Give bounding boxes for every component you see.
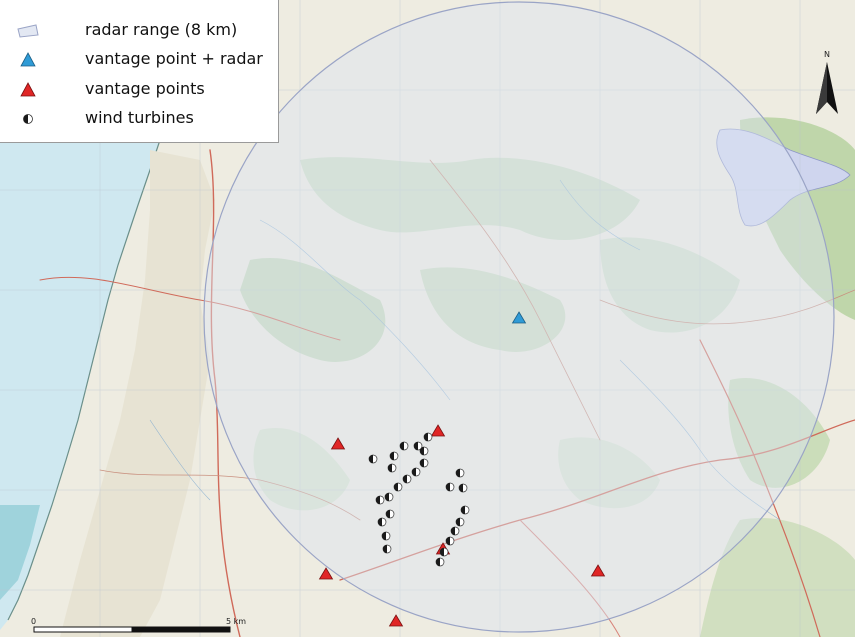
half-circle-icon [23, 114, 33, 124]
wind-turbine-marker[interactable] [435, 557, 445, 567]
wind-turbine-marker[interactable] [460, 505, 470, 515]
map-legend: radar range (8 km) vantage point + radar… [0, 0, 279, 143]
legend-item-radar-range: radar range (8 km) [0, 19, 279, 43]
wind-turbine-marker[interactable] [387, 463, 397, 473]
legend-label: radar range (8 km) [85, 20, 238, 39]
wind-turbine-marker[interactable] [458, 483, 468, 493]
legend-label: vantage point + radar [85, 49, 263, 68]
wind-turbine-marker[interactable] [368, 454, 378, 464]
legend-item-vantage-points: vantage points [0, 78, 279, 102]
wind-turbine-marker[interactable] [402, 474, 412, 484]
wind-turbine-marker[interactable] [411, 467, 421, 477]
wind-turbine-marker[interactable] [445, 482, 455, 492]
wind-turbine-marker[interactable] [455, 468, 465, 478]
wind-turbine-marker[interactable] [419, 458, 429, 468]
wind-turbine-marker[interactable] [419, 446, 429, 456]
wind-turbine-marker[interactable] [389, 451, 399, 461]
wind-turbine-marker[interactable] [382, 544, 392, 554]
legend-label: vantage points [85, 79, 205, 98]
wind-turbine-marker[interactable] [450, 526, 460, 536]
wind-turbine-marker[interactable] [375, 495, 385, 505]
wind-turbine-marker[interactable] [385, 509, 395, 519]
legend-item-wind-turbines: wind turbines [0, 107, 279, 131]
wind-turbine-marker[interactable] [384, 492, 394, 502]
wind-turbine-marker[interactable] [381, 531, 391, 541]
scale-start-label: 0 [31, 617, 37, 626]
wind-turbine-marker[interactable] [445, 536, 455, 546]
wind-turbine-marker[interactable] [439, 547, 449, 557]
wind-turbine-marker[interactable] [423, 432, 433, 442]
wind-turbine-marker[interactable] [455, 517, 465, 527]
map-view[interactable]: radar range (8 km) vantage point + radar… [0, 0, 855, 637]
wind-turbine-marker[interactable] [399, 441, 409, 451]
scale-bar [33, 626, 231, 633]
scale-end-label: 5 km [226, 617, 247, 626]
red-triangle-icon [20, 82, 36, 97]
wind-turbine-marker[interactable] [377, 517, 387, 527]
legend-item-radar-vantage: vantage point + radar [0, 48, 279, 72]
north-arrow-icon [816, 62, 838, 114]
radar-range-swatch-icon [17, 24, 39, 38]
wind-turbine-marker[interactable] [393, 482, 403, 492]
blue-triangle-icon [20, 52, 36, 67]
legend-label: wind turbines [85, 108, 194, 127]
north-arrow: N [814, 50, 840, 116]
north-letter: N [824, 50, 830, 59]
